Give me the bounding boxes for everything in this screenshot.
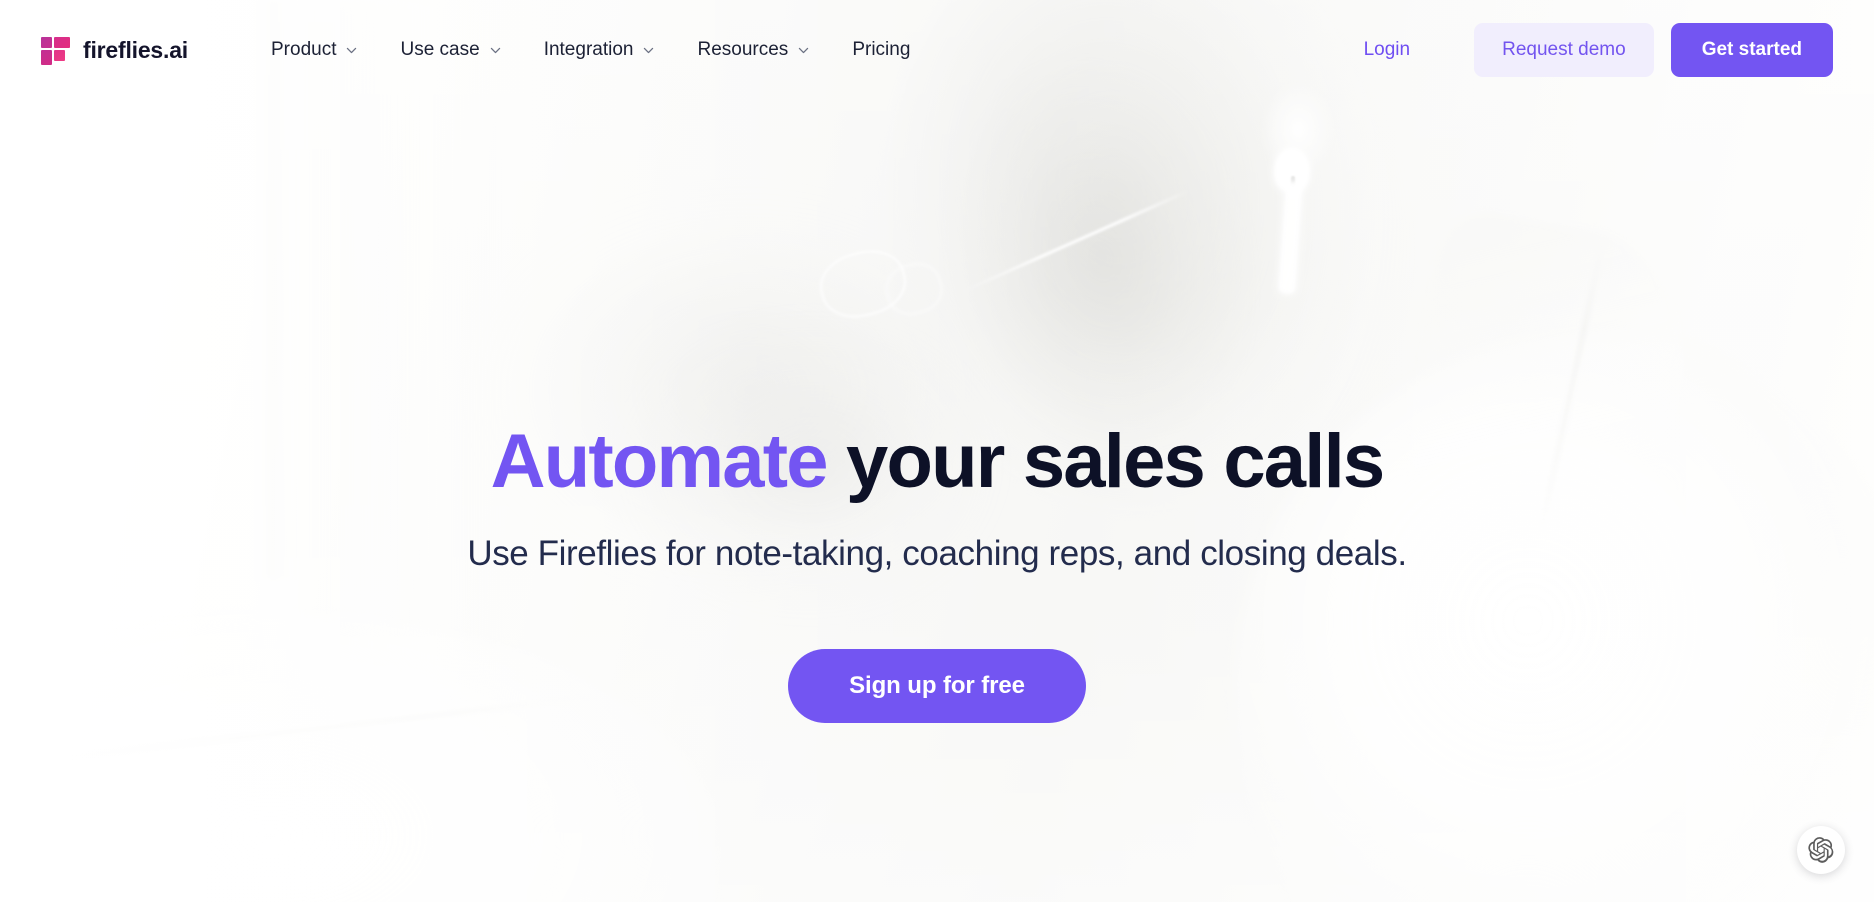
- hero-subtitle: Use Fireflies for note-taking, coaching …: [467, 533, 1407, 573]
- chevron-down-icon: [797, 44, 810, 57]
- page-title-rest: your sales calls: [826, 419, 1385, 504]
- page-title-accent: Automate: [490, 419, 829, 504]
- nav-links: Product Use case Integration Resources P: [250, 29, 931, 71]
- chevron-down-icon: [489, 44, 502, 57]
- nav-item-integration[interactable]: Integration: [523, 29, 677, 71]
- main-navigation-bar: fireflies.ai Product Use case Integratio…: [0, 0, 1874, 100]
- fireflies-logo-icon: [41, 35, 70, 65]
- nav-item-use-case[interactable]: Use case: [379, 29, 522, 71]
- openai-logo-icon: [1807, 836, 1835, 864]
- login-link[interactable]: Login: [1340, 29, 1435, 71]
- request-demo-button[interactable]: Request demo: [1474, 23, 1654, 77]
- nav-item-integration-label: Integration: [543, 39, 634, 60]
- nav-item-pricing[interactable]: Pricing: [831, 29, 931, 71]
- nav-item-pricing-label: Pricing: [852, 39, 911, 60]
- nav-item-resources[interactable]: Resources: [676, 29, 831, 71]
- nav-actions: Login Request demo Get started: [1340, 23, 1833, 77]
- sign-up-for-free-button[interactable]: Sign up for free: [788, 648, 1086, 723]
- nav-item-product-label: Product: [271, 39, 337, 60]
- openai-assistant-widget-button[interactable]: [1797, 826, 1845, 874]
- chevron-down-icon: [345, 44, 358, 57]
- nav-item-resources-label: Resources: [697, 39, 789, 60]
- chevron-down-icon: [642, 44, 655, 57]
- brand-name: fireflies.ai: [83, 36, 188, 63]
- nav-item-product[interactable]: Product: [250, 29, 379, 71]
- brand-logo-link[interactable]: fireflies.ai: [41, 35, 188, 65]
- nav-item-use-case-label: Use case: [400, 39, 480, 60]
- page-title: Automate your sales calls: [490, 419, 1386, 504]
- get-started-button[interactable]: Get started: [1670, 23, 1833, 77]
